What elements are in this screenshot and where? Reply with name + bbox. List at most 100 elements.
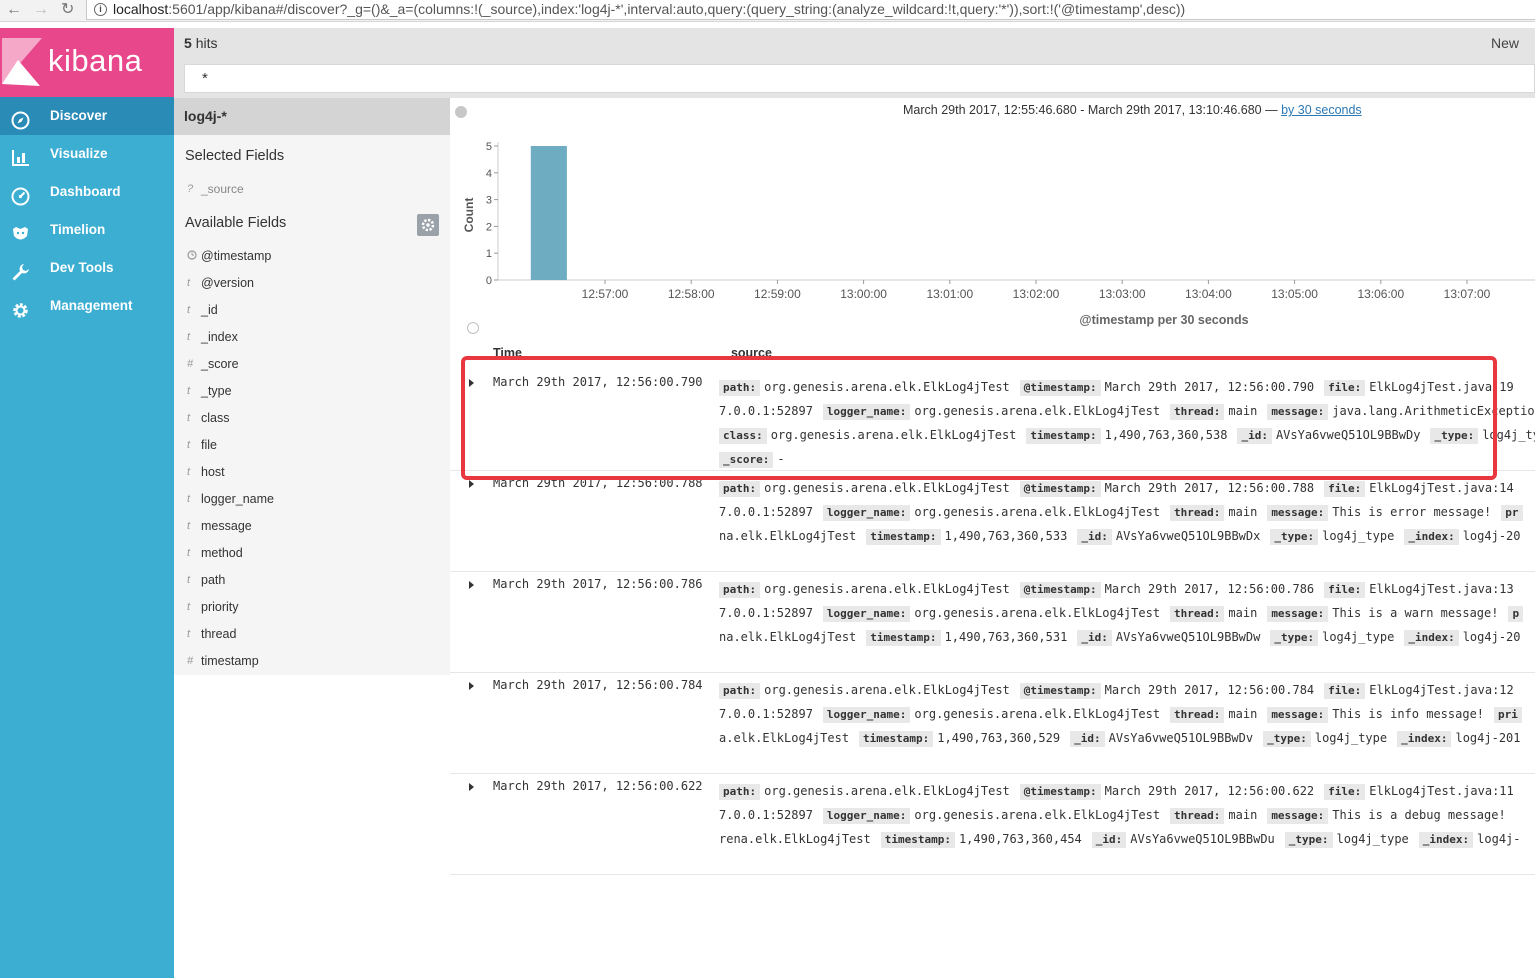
source-value: AVsYa6vweQ51OL9BBwDw — [1115, 630, 1261, 644]
source-value: main — [1228, 505, 1258, 519]
nav-item-timelion[interactable]: Timelion — [0, 211, 174, 249]
field-item[interactable]: t priority — [174, 594, 450, 621]
collapse-chart-icon[interactable] — [467, 322, 479, 334]
table-row[interactable]: March 29th 2017, 12:56:00.786 path: org.ge… — [450, 572, 1535, 673]
field-item[interactable]: # _score — [174, 351, 450, 378]
hits-count: 5 hits — [184, 35, 217, 51]
nav-item-management[interactable]: Management — [0, 287, 174, 325]
address-bar[interactable]: i localhost:5601/app/kibana#/discover?_g… — [86, 0, 1535, 20]
source-value: This is info message! — [1332, 707, 1485, 721]
expand-caret-icon[interactable] — [469, 581, 474, 589]
table-row[interactable]: March 29th 2017, 12:56:00.622 path: org.ge… — [450, 774, 1535, 875]
table-row[interactable]: March 29th 2017, 12:56:00.790 path: org.ge… — [450, 370, 1535, 471]
y-tick-label: 1 — [486, 248, 492, 260]
expand-caret-icon[interactable] — [469, 379, 474, 387]
field-name: _source — [201, 182, 244, 196]
source-key: _index: — [1418, 832, 1474, 848]
field-type-icon: t — [187, 385, 191, 397]
source-key: file: — [1324, 481, 1366, 497]
source-value: This is a warn message! — [1332, 606, 1499, 620]
field-item[interactable]: t _index — [174, 324, 450, 351]
row-time: March 29th 2017, 12:56:00.790 — [493, 375, 703, 389]
column-source[interactable]: _source — [724, 346, 772, 360]
source-key: logger_name: — [822, 505, 911, 521]
source-value: 1,490,763,360,531 — [944, 630, 1068, 644]
index-pattern-selector[interactable]: log4j-* — [174, 98, 450, 135]
field-type-icon: t — [187, 331, 191, 343]
source-key: p — [1508, 606, 1524, 622]
field-item[interactable]: # timestamp — [174, 648, 450, 675]
new-button[interactable]: New — [1491, 35, 1519, 51]
nav-item-dev-tools[interactable]: Dev Tools — [0, 249, 174, 287]
expand-caret-icon[interactable] — [469, 783, 474, 791]
reload-icon[interactable]: ↻ — [61, 0, 74, 20]
field-item[interactable]: t file — [174, 432, 450, 459]
source-value: log4j- — [1477, 832, 1521, 846]
field-item[interactable]: t class — [174, 405, 450, 432]
column-time[interactable]: Time — [493, 346, 522, 360]
browser-toolbar: ← → ↻ i localhost:5601/app/kibana#/disco… — [0, 0, 1535, 22]
source-value: AVsYa6vweQ51OL9BBwDx — [1115, 529, 1261, 543]
expand-caret-icon[interactable] — [469, 682, 474, 690]
field-item[interactable]: t host — [174, 459, 450, 486]
source-value: 1,490,763,360,454 — [958, 832, 1082, 846]
field-name: class — [201, 411, 230, 425]
source-line: class: org.genesis.arena.elk.ElkLog4jTest… — [719, 423, 1535, 447]
nav-item-dashboard[interactable]: Dashboard — [0, 173, 174, 211]
histogram-chart: 0 1 2 3 4 5 Count 12:57:00 12:58:00 12:59:00 13:00… — [462, 141, 1535, 327]
field-item[interactable]: t method — [174, 540, 450, 567]
source-line: na.elk.ElkLog4jTest timestamp: 1,490,763,3… — [719, 625, 1535, 649]
source-value: main — [1228, 808, 1258, 822]
search-input[interactable]: * — [184, 64, 1535, 93]
arrow-right-icon[interactable]: → — [33, 0, 49, 20]
url-host: localhost — [113, 1, 169, 17]
field-type-icon: # — [187, 655, 194, 667]
field-item[interactable]: t path — [174, 567, 450, 594]
field-item[interactable]: t _id — [174, 297, 450, 324]
source-key: _type: — [1270, 630, 1319, 646]
table-row[interactable]: March 29th 2017, 12:56:00.788 path: org.ge… — [450, 471, 1535, 572]
source-key: thread: — [1170, 808, 1225, 824]
source-key: _id: — [1237, 428, 1272, 444]
bar-chart-icon — [11, 145, 30, 166]
source-value: log4j_type — [1314, 731, 1388, 745]
source-value: org.genesis.arena.elk.ElkLog4jTest — [764, 481, 1010, 495]
table-row[interactable]: March 29th 2017, 12:56:00.784 path: org.ge… — [450, 673, 1535, 774]
field-item[interactable]: @timestamp — [174, 243, 450, 270]
source-key: thread: — [1170, 505, 1225, 521]
y-tick-label: 5 — [486, 141, 492, 153]
source-value: main — [1228, 404, 1258, 418]
y-tick-label: 4 — [486, 168, 492, 180]
documents-table: Time _source March 29th 2017, 12:56:00.7… — [450, 345, 1535, 978]
nav-item-visualize[interactable]: Visualize — [0, 135, 174, 173]
field-type-icon: t — [187, 304, 191, 316]
nav-item-discover[interactable]: Discover — [0, 97, 174, 135]
nav-item-label: Visualize — [50, 146, 108, 161]
source-key: message: — [1267, 404, 1329, 420]
query-bar: 5 hits New * — [174, 28, 1535, 98]
field-item[interactable]: ? _source — [174, 176, 450, 203]
field-settings-gear-icon[interactable] — [417, 214, 439, 236]
source-key: _id: — [1077, 529, 1112, 545]
info-icon[interactable]: i — [94, 3, 107, 16]
field-item[interactable]: t _type — [174, 378, 450, 405]
source-value: 7.0.0.1:52897 — [719, 808, 813, 822]
field-name: host — [201, 465, 225, 479]
source-key: message: — [1267, 505, 1329, 521]
field-item[interactable]: t thread — [174, 621, 450, 648]
source-line: 7.0.0.1:52897 logger_name: org.genesis.are… — [719, 803, 1535, 827]
field-type-icon: t — [187, 493, 191, 505]
source-value: AVsYa6vweQ51OL9BBwDy — [1275, 428, 1421, 442]
field-item[interactable]: t logger_name — [174, 486, 450, 513]
field-item[interactable]: t @version — [174, 270, 450, 297]
source-value: org.genesis.arena.elk.ElkLog4jTest — [914, 505, 1161, 519]
source-key: timestamp: — [880, 832, 955, 848]
arrow-left-icon[interactable]: ← — [6, 0, 22, 20]
kibana-logo[interactable]: kibana — [0, 28, 174, 97]
field-item[interactable]: t message — [174, 513, 450, 540]
source-key: _index: — [1404, 529, 1459, 545]
field-type-icon: t — [187, 466, 191, 478]
expand-caret-icon[interactable] — [469, 480, 474, 488]
nav-item-label: Dev Tools — [50, 260, 114, 275]
source-key: path: — [719, 380, 761, 396]
